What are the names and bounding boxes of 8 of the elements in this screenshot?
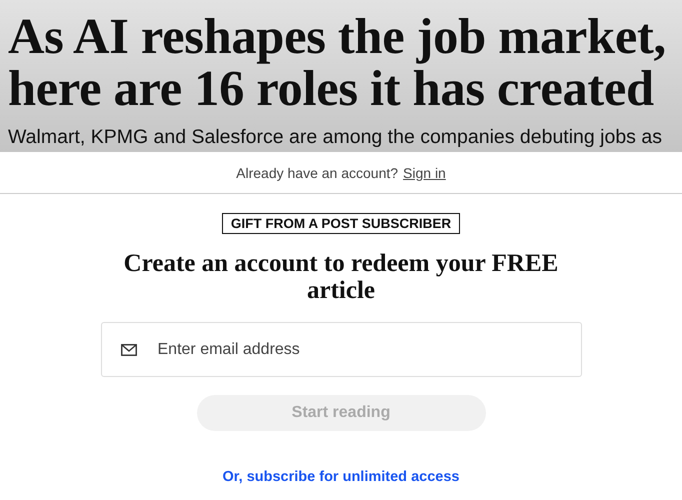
sign-in-link[interactable]: Sign in bbox=[403, 164, 446, 180]
subscribe-link[interactable]: Or, subscribe for unlimited access bbox=[222, 469, 460, 485]
email-field[interactable]: Enter email address bbox=[100, 322, 582, 377]
signup-heading: Create an account to redeem your FREE article bbox=[122, 250, 560, 304]
gift-badge: GIFT FROM A POST SUBSCRIBER bbox=[222, 213, 460, 234]
signin-prompt: Already have an account? bbox=[236, 164, 398, 180]
article-headline: As AI reshapes the job market, here are 16 roles it has created bbox=[8, 10, 667, 114]
article-subheadline: Walmart, KPMG and Salesforce are among the companies debuting jobs as bbox=[8, 125, 663, 149]
